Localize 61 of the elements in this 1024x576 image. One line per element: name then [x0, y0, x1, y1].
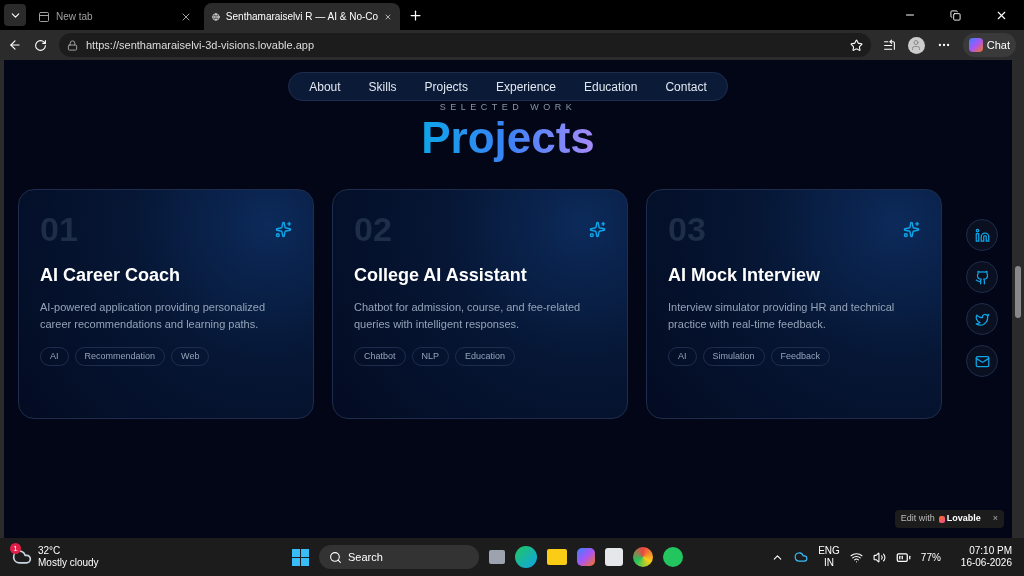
cloud-icon[interactable] [794, 550, 809, 564]
new-tab-icon[interactable] [408, 7, 423, 23]
tab-title: Senthamaraiselvi R — AI & No-Co [225, 10, 379, 24]
region-indicator[interactable]: IN [824, 557, 834, 569]
close-badge-button[interactable]: × [992, 512, 998, 526]
project-description: Chatbot for admission, course, and fee-related queries with intelligent responses. [354, 300, 582, 332]
linkedin-icon [974, 227, 990, 243]
linkedin-button[interactable] [966, 219, 998, 251]
nav-link[interactable]: About [309, 77, 341, 96]
mail-button[interactable] [966, 345, 998, 377]
address-field[interactable]: https://senthamaraiselvi-3d-visions.lovable.app [59, 33, 871, 57]
section-eyebrow: SELECTED WORK [439, 102, 577, 113]
browser-tab[interactable]: Senthamaraiselvi R — AI & No-Co [204, 3, 400, 30]
back-icon[interactable] [8, 38, 22, 52]
battery-percent: 77% [920, 550, 941, 565]
favorites-icon[interactable] [882, 38, 896, 52]
profile-avatar[interactable] [907, 36, 925, 54]
lovable-logo: Lovable [938, 512, 981, 526]
search-icon [329, 550, 342, 564]
nav-link[interactable]: Projects [424, 77, 468, 96]
nav-link[interactable]: Experience [495, 77, 556, 96]
tab-title: New tab [56, 10, 94, 24]
start-icon[interactable] [292, 548, 309, 566]
tab-list-button[interactable] [4, 4, 26, 26]
search-placeholder: Search [348, 549, 383, 565]
globe-icon [212, 10, 220, 23]
nav-link[interactable]: Skills [368, 77, 397, 96]
weather-condition: Mostly cloudy [38, 557, 99, 569]
nav-link[interactable]: Contact [665, 77, 707, 96]
restore-icon[interactable] [950, 9, 961, 21]
project-description: Interview simulator providing HR and technical practice with real-time feedback. [668, 300, 896, 332]
project-description: AI-powered application providing personalized career recommendations and learning paths. [40, 300, 267, 332]
mail-icon [974, 353, 990, 369]
wifi-icon[interactable] [849, 550, 863, 564]
weather-badge: 1 [10, 543, 21, 554]
github-button[interactable] [966, 261, 998, 293]
clock-date[interactable]: 16-06-2026 [960, 557, 1012, 569]
browser-tab[interactable]: New tab [30, 3, 200, 30]
search-field[interactable]: Search [319, 545, 479, 569]
lock-icon [67, 39, 78, 51]
project-title: AI Career Coach [40, 264, 182, 287]
reload-icon[interactable] [34, 38, 47, 52]
temperature: 32°C [38, 545, 62, 557]
github-icon [974, 269, 990, 285]
language-indicator[interactable]: ENG [818, 545, 840, 557]
twitter-button[interactable] [966, 303, 998, 335]
badge-label: Edit with [900, 512, 935, 526]
nav-link[interactable]: Education [584, 77, 638, 96]
url-text: https://senthamaraiselvi-3d-visions.lovable.app [86, 37, 316, 53]
edit-with-lovable-badge[interactable]: Edit with Lovable × [894, 510, 1004, 528]
sparkles-icon [903, 220, 920, 238]
project-title: College AI Assistant [354, 264, 528, 287]
project-title: AI Mock Interview [668, 264, 822, 287]
page-icon [38, 10, 50, 23]
sparkles-icon [275, 220, 292, 238]
volume-icon[interactable] [872, 550, 886, 564]
sparkles-icon [589, 220, 606, 238]
chat-button[interactable]: Chat [962, 33, 1016, 57]
clock-time[interactable]: 07:10 PM [969, 545, 1012, 557]
favorite-star-icon[interactable] [849, 38, 863, 52]
twitter-icon [974, 311, 990, 327]
